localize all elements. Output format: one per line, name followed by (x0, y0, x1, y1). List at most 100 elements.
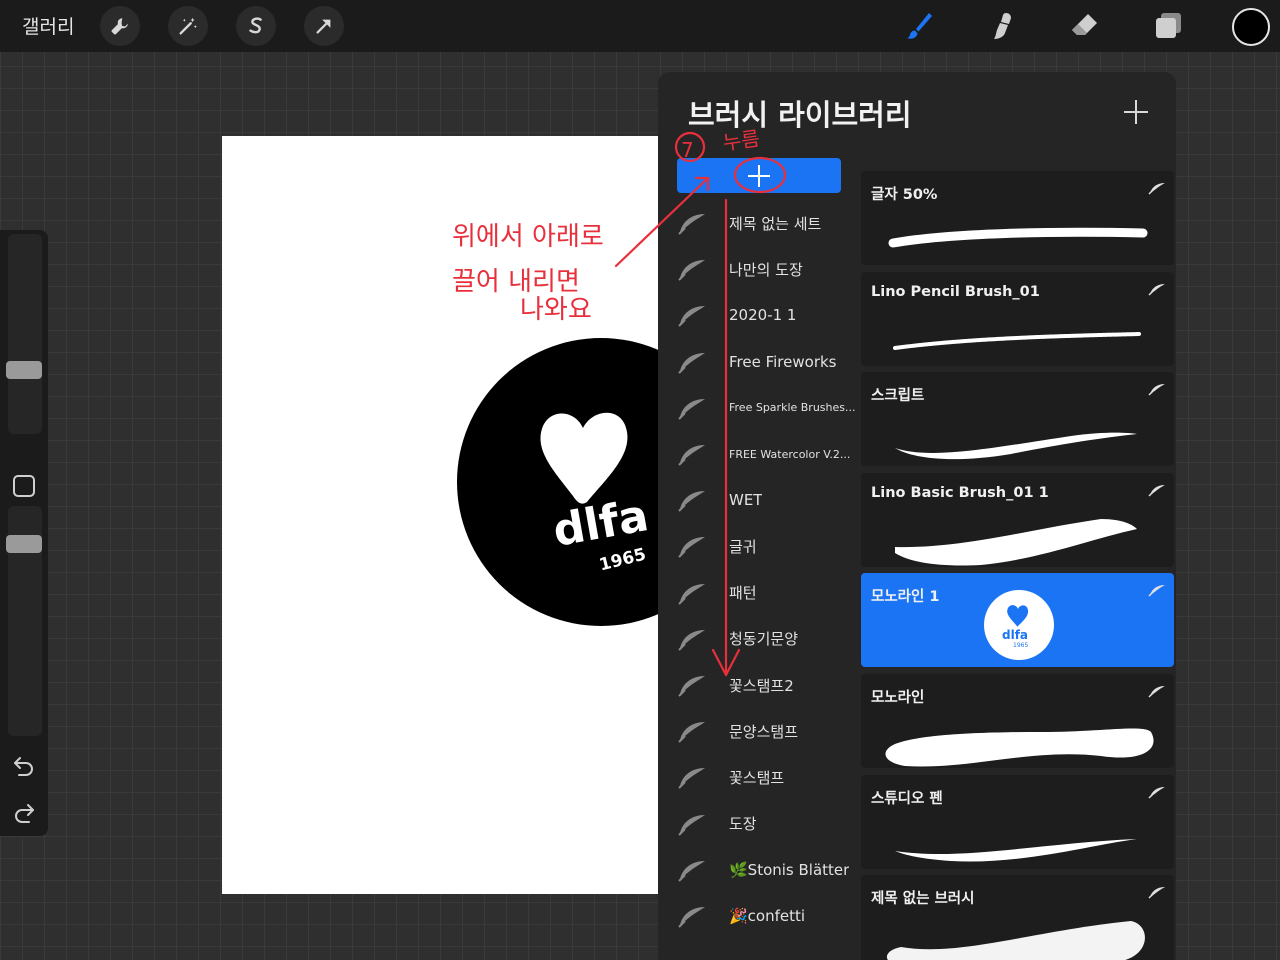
brush-set-feather-icon (678, 491, 705, 512)
top-toolbar: 갤러리 (0, 0, 1280, 52)
brush-card[interactable]: 스크립트 (861, 372, 1174, 467)
brush-icon (907, 13, 932, 39)
brush-set-feather-icon (678, 860, 705, 882)
brush-set-item[interactable]: 도장 (667, 801, 857, 847)
brush-set-label: 도장 (729, 815, 757, 834)
brush-card[interactable]: Lino Basic Brush_01 1 (861, 472, 1174, 567)
brush-name: 모노라인 1 (871, 589, 940, 606)
brush-set-label: FREE Watercolor V.2... (729, 447, 851, 461)
brush-source-feather-icon (1148, 484, 1165, 497)
brush-set-item[interactable]: 2020-1 1 (667, 292, 857, 338)
brush-set-feather-icon (678, 583, 705, 605)
brush-set-label: 2020-1 1 (729, 306, 797, 325)
brush-name: 모노라인 (871, 690, 925, 706)
smudge-tool-button[interactable] (984, 8, 1020, 44)
brush-set-item[interactable]: 꽃스탬프 (667, 754, 857, 800)
brush-set-item[interactable]: 나만의 도장 (667, 246, 857, 292)
brush-set-item[interactable]: 🌿Stonis Blätter (667, 847, 857, 893)
brush-size-slider[interactable] (8, 234, 42, 434)
brush-set-item[interactable]: Free Sparkle Brushes... (667, 385, 857, 431)
brush-tool-button[interactable] (901, 8, 937, 44)
smudge-icon (994, 13, 1011, 39)
brush-set-feather-icon (678, 814, 705, 836)
brush-set-feather-icon (678, 260, 705, 281)
brush-name: 스크립트 (871, 388, 925, 405)
brush-set-feather-icon (678, 629, 705, 651)
brush-set-item[interactable]: Free Fireworks (667, 339, 857, 385)
modify-button[interactable] (13, 475, 35, 497)
brush-set-feather-icon (678, 306, 705, 328)
plus-icon (748, 164, 770, 187)
gallery-button[interactable]: 갤러리 (22, 12, 74, 39)
brush-library-title: 브러시 라이브러리 (688, 98, 912, 132)
brush-name: 글자 50% (871, 187, 938, 203)
brush-name: 스튜디오 펜 (871, 790, 943, 807)
layers-icon (1156, 13, 1181, 38)
brush-card[interactable]: 모노라인 (861, 674, 1174, 768)
brush-set-feather-icon (678, 907, 705, 928)
brush-card[interactable]: dlfa 1965 모노라인 1 (861, 573, 1174, 668)
monoline-preview-stamp: dlfa 1965 (984, 590, 1054, 661)
brush-set-item[interactable]: 제목 없는 세트 (667, 200, 857, 246)
brush-set-item[interactable]: 🎉confetti (667, 893, 857, 939)
brush-card[interactable]: 제목 없는 브러시 (861, 875, 1174, 960)
brush-source-feather-icon (1148, 183, 1165, 195)
brush-size-handle[interactable] (6, 361, 42, 379)
brush-set-label: 🎉confetti (729, 907, 806, 925)
brush-set-label: Free Sparkle Brushes... (729, 401, 856, 415)
brush-set-item[interactable]: 글귀 (667, 523, 857, 569)
redo-icon[interactable] (12, 800, 36, 824)
undo-icon[interactable] (12, 753, 36, 777)
brush-set-feather-icon (678, 722, 705, 743)
brush-set-label: 패턴 (729, 584, 757, 603)
brush-set-item[interactable]: 꽃스탬프2 (667, 662, 857, 708)
selection-icon (249, 17, 262, 34)
color-picker-button[interactable] (1232, 8, 1270, 46)
brush-set-item[interactable]: 문양스탬프 (667, 708, 857, 754)
brush-set-feather-icon (678, 768, 705, 790)
brush-set-feather-icon (678, 352, 705, 374)
brush-card[interactable]: 글자 50% (861, 171, 1174, 265)
brush-source-feather-icon (1148, 786, 1165, 799)
drawing-canvas[interactable]: dlfa 1965 (222, 136, 702, 894)
brush-set-feather-icon (678, 214, 705, 235)
brush-set-item[interactable]: 패턴 (667, 570, 857, 616)
layers-button[interactable] (1150, 8, 1186, 44)
brush-set-label: Free Fireworks (729, 352, 837, 371)
magic-wand-icon (179, 17, 197, 35)
heart-icon (1007, 605, 1029, 628)
brush-set-label: 나만의 도장 (729, 260, 803, 279)
brush-set-feather-icon (678, 676, 705, 697)
brush-set-label: WET (729, 491, 763, 510)
brush-source-feather-icon (1148, 585, 1165, 597)
brush-name: 제목 없는 브러시 (871, 891, 975, 908)
adjustments-button[interactable] (168, 6, 208, 46)
brush-card[interactable]: 스튜디오 펜 (861, 774, 1174, 869)
brush-opacity-handle[interactable] (6, 535, 42, 553)
brush-set-label: 글귀 (729, 537, 757, 556)
brush-name: Lino Pencil Brush_01 (871, 283, 1040, 300)
selection-button[interactable] (236, 6, 276, 46)
eraser-icon (1072, 14, 1097, 35)
brush-set-item[interactable]: 청동기문양 (667, 616, 857, 662)
eraser-tool-button[interactable] (1067, 8, 1103, 44)
actions-button[interactable] (100, 6, 140, 46)
transform-arrow-icon (316, 19, 331, 34)
add-brush-set-button[interactable] (677, 158, 841, 193)
brush-set-feather-icon (678, 537, 705, 559)
brush-set-item[interactable]: FREE Watercolor V.2... (667, 431, 857, 477)
brush-set-label: 🌿Stonis Blätter (729, 860, 850, 879)
preview-stamp-year: 1965 (1013, 642, 1029, 650)
brush-set-label: 청동기문양 (729, 630, 799, 649)
brush-source-feather-icon (1148, 384, 1165, 396)
new-brush-button[interactable] (1120, 96, 1152, 128)
brush-set-feather-icon (678, 445, 705, 466)
brush-set-item[interactable]: WET (667, 477, 857, 523)
transform-button[interactable] (304, 6, 344, 46)
brush-set-label: 문양스탬프 (729, 722, 799, 741)
brush-set-label: 꽃스탬프 (729, 768, 785, 787)
brush-source-feather-icon (1148, 686, 1165, 698)
brush-set-feather-icon (678, 398, 705, 420)
wrench-icon (111, 18, 128, 35)
brush-card[interactable]: Lino Pencil Brush_01 (861, 271, 1174, 366)
